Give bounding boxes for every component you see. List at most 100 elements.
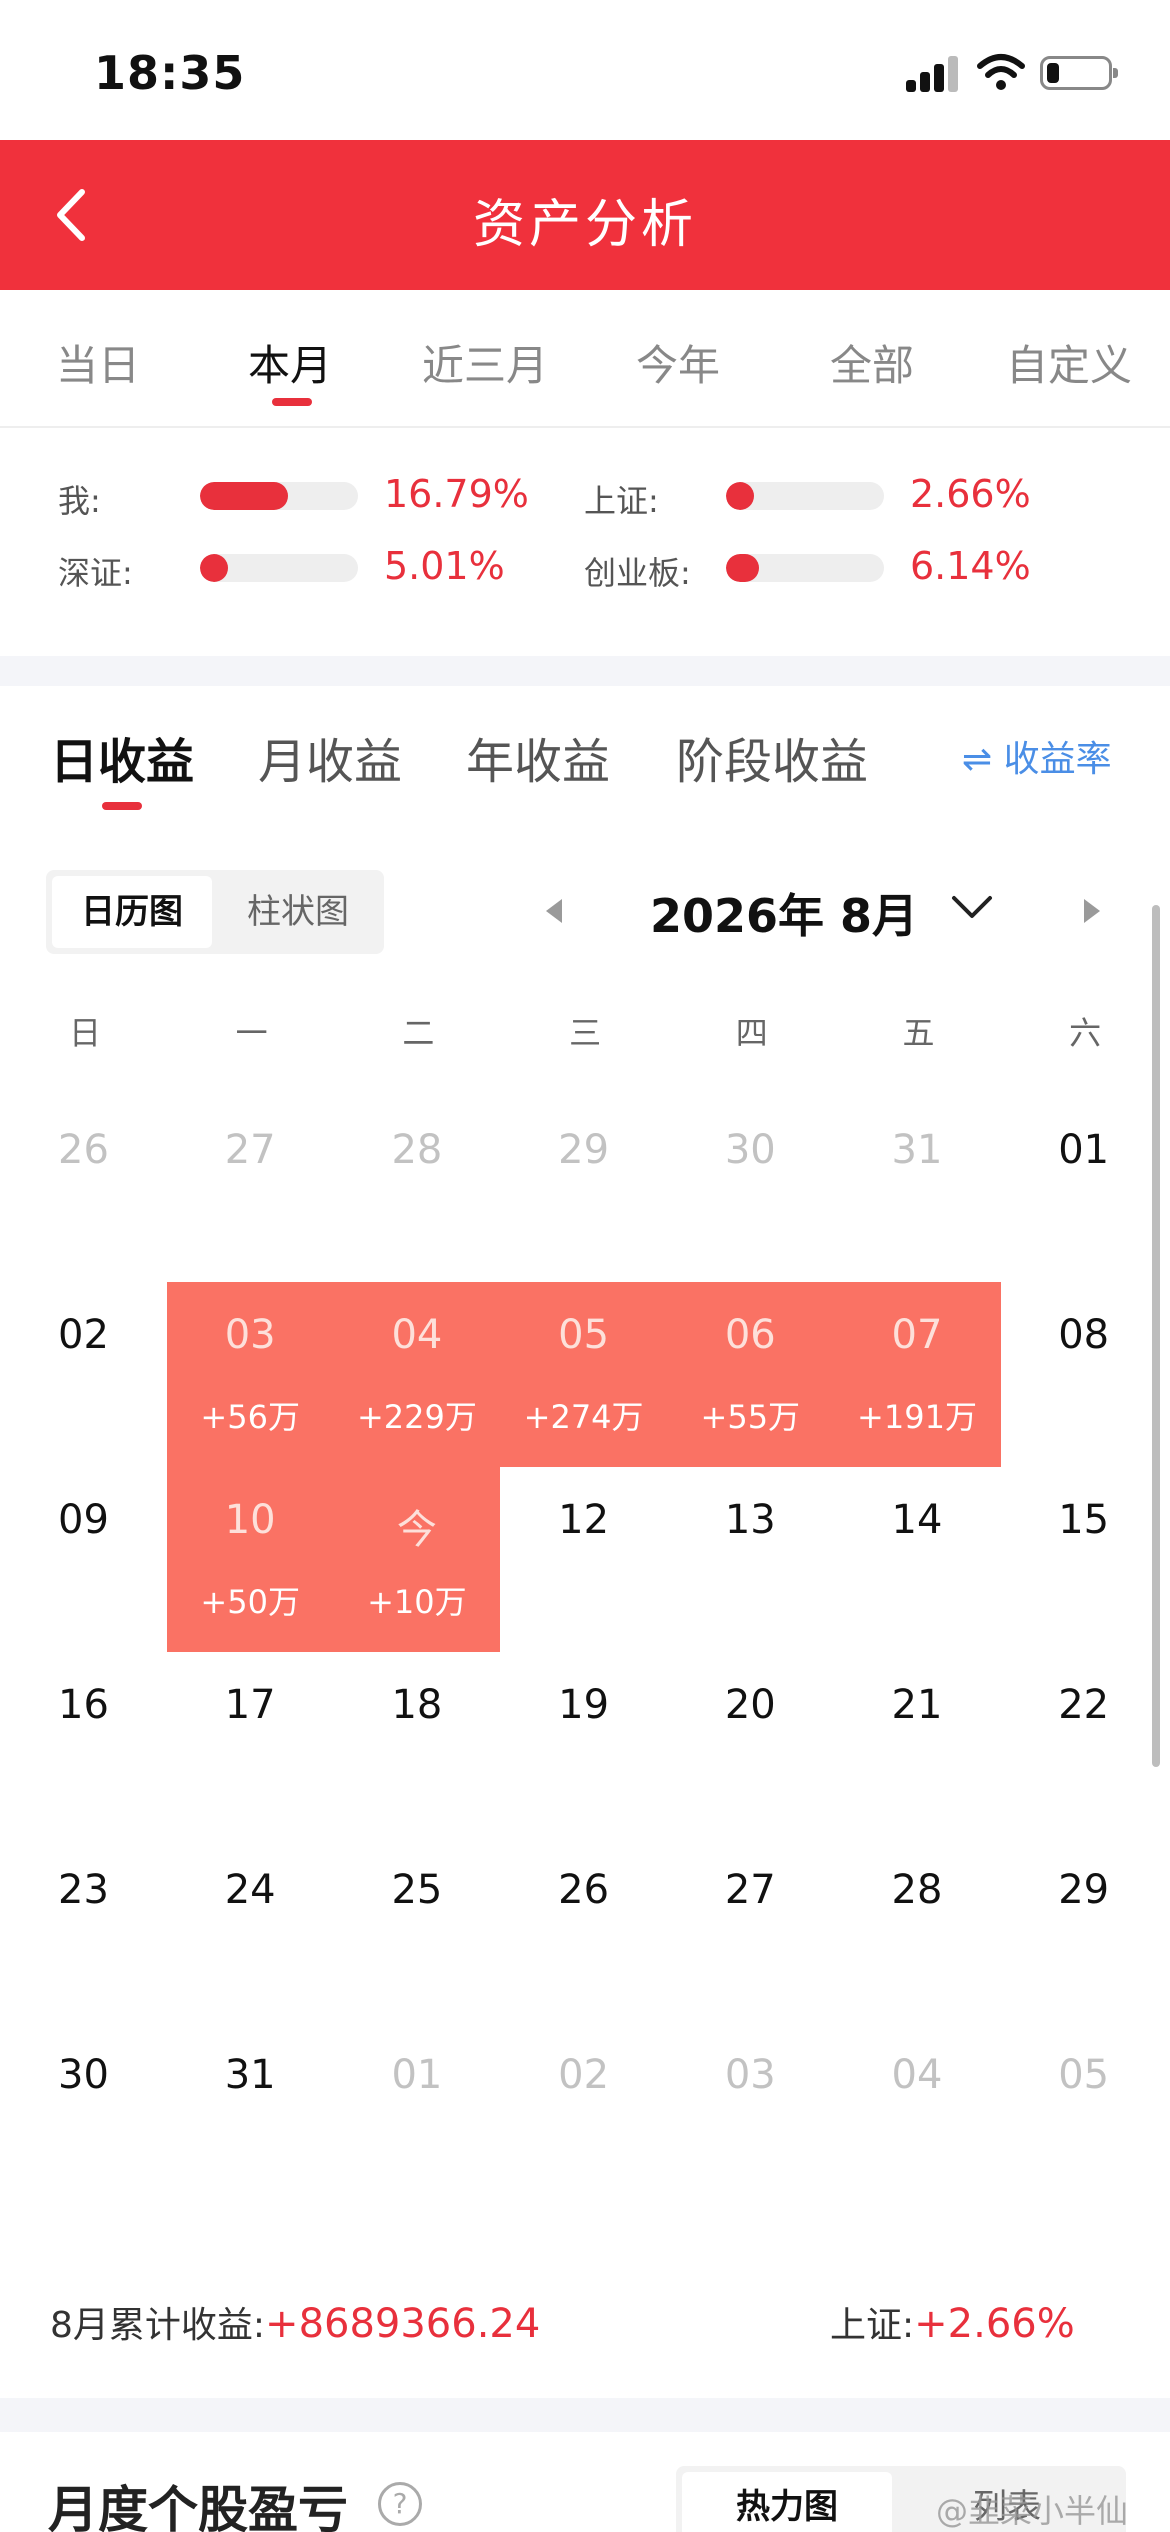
calendar-day[interactable]: 23 <box>0 1837 167 2022</box>
calendar-day-profit: +191万 <box>857 1398 977 1436</box>
scrollbar[interactable] <box>1152 905 1160 1767</box>
compare-bar-fill <box>200 554 228 582</box>
weekday-label: 五 <box>902 1014 935 1052</box>
calendar-day-number: 06 <box>724 1312 776 1358</box>
calendar-day-profit: +10万 <box>367 1583 467 1621</box>
compare-label-me: 我: <box>58 482 101 520</box>
watermark: @韭菜小半仙 <box>936 2492 1129 2530</box>
tab-this-year[interactable]: 今年 <box>636 332 720 393</box>
calendar-day-number: 05 <box>558 1312 610 1358</box>
calendar-day[interactable]: 08 <box>1000 1282 1167 1467</box>
prev-month-icon[interactable] <box>542 896 566 926</box>
tab-three-months[interactable]: 近三月 <box>422 332 548 393</box>
calendar-day[interactable]: 09 <box>0 1467 167 1652</box>
status-bar: 18:35 <box>0 0 1170 140</box>
calendar-day[interactable]: 28 <box>834 1837 1001 2022</box>
heatmap-button[interactable]: 热力图 <box>682 2472 892 2532</box>
view-switch: 日历图 柱状图 <box>46 870 384 954</box>
stock-pnl-title: 月度个股盈亏 <box>48 2481 348 2532</box>
calendar-day-profit: +56万 <box>200 1398 300 1436</box>
calendar-day-number: 15 <box>1058 1497 1110 1543</box>
month-total-profit: 8月累计收益:+8689366.24 <box>50 2296 540 2348</box>
calendar-day[interactable]: 28 <box>333 1097 500 1282</box>
tab-this-month[interactable]: 本月 <box>248 332 332 393</box>
calendar-day[interactable]: 16 <box>0 1652 167 1837</box>
tab-monthly-profit[interactable]: 月收益 <box>258 722 402 792</box>
weekday-label: 三 <box>569 1014 602 1052</box>
calendar-day[interactable]: 27 <box>167 1097 334 1282</box>
calendar-day[interactable]: 30 <box>667 1097 834 1282</box>
calendar-day[interactable]: 20 <box>667 1652 834 1837</box>
calendar-day-number: 02 <box>558 2052 610 2098</box>
calendar-day-number: 24 <box>224 1867 276 1913</box>
calendar-day-number: 09 <box>58 1497 109 1543</box>
compare-bar-fill <box>726 554 759 582</box>
calendar-day[interactable]: 03 <box>667 2022 834 2207</box>
calendar-day[interactable]: 今 +10万 <box>333 1467 501 1652</box>
tab-all[interactable]: 全部 <box>830 332 914 393</box>
calendar-day[interactable]: 13 <box>667 1467 834 1652</box>
tab-active-indicator <box>272 398 312 406</box>
calendar-day[interactable]: 25 <box>333 1837 500 2022</box>
return-rate-toggle[interactable]: ⇌ 收益率 <box>962 730 1112 782</box>
calendar-day-number: 17 <box>224 1682 276 1728</box>
calendar-day[interactable]: 10 +50万 <box>166 1467 334 1652</box>
calendar-day-number: 27 <box>224 1127 276 1173</box>
calendar-day[interactable]: 05 +274万 <box>500 1282 668 1467</box>
calendar-day[interactable]: 17 <box>167 1652 334 1837</box>
calendar-day[interactable]: 15 <box>1000 1467 1167 1652</box>
profit-tab-indicator <box>102 802 142 810</box>
compare-bar-shanghai <box>726 482 884 510</box>
chevron-down-icon[interactable] <box>950 892 994 922</box>
calendar-day[interactable]: 19 <box>500 1652 667 1837</box>
calendar-day[interactable]: 26 <box>0 1097 167 1282</box>
calendar-day[interactable]: 18 <box>333 1652 500 1837</box>
calendar-day[interactable]: 12 <box>500 1467 667 1652</box>
calendar-day-number: 30 <box>58 2052 109 2098</box>
calendar-day[interactable]: 01 <box>333 2022 500 2207</box>
period-tabs: 当日 本月 近三月 今年 全部 自定义 <box>0 290 1170 428</box>
calendar-day-profit: +55万 <box>700 1398 801 1436</box>
calendar-day-number: 04 <box>891 2052 943 2098</box>
tab-custom[interactable]: 自定义 <box>1006 332 1132 393</box>
calendar-day[interactable]: 14 <box>834 1467 1001 1652</box>
tab-daily-profit[interactable]: 日收益 <box>50 722 194 792</box>
calendar-day[interactable]: 02 <box>0 1282 167 1467</box>
calendar-day[interactable]: 30 <box>0 2022 167 2207</box>
calendar-day[interactable]: 31 <box>167 2022 334 2207</box>
tab-stage-profit[interactable]: 阶段收益 <box>676 722 868 792</box>
calendar-day[interactable]: 04 +229万 <box>333 1282 501 1467</box>
calendar-day-number: 01 <box>1058 1127 1110 1173</box>
calendar-day[interactable]: 26 <box>500 1837 667 2022</box>
tab-yearly-profit[interactable]: 年收益 <box>466 722 610 792</box>
calendar-day[interactable]: 01 <box>1000 1097 1167 1282</box>
calendar-day[interactable]: 02 <box>500 2022 667 2207</box>
bar-view-button[interactable]: 柱状图 <box>218 876 378 948</box>
status-time: 18:35 <box>94 46 246 100</box>
calendar-day-number: 19 <box>558 1682 610 1728</box>
battery-icon <box>1040 56 1118 90</box>
tab-today[interactable]: 当日 <box>56 332 140 393</box>
help-icon[interactable]: ? <box>378 2482 422 2526</box>
calendar-day[interactable]: 24 <box>167 1837 334 2022</box>
calendar-day[interactable]: 06 +55万 <box>666 1282 834 1467</box>
calendar-day-number: 30 <box>724 1127 776 1173</box>
calendar-day[interactable]: 07 +191万 <box>833 1282 1001 1467</box>
calendar-day-number: 26 <box>58 1127 109 1173</box>
calendar-day[interactable]: 27 <box>667 1837 834 2022</box>
calendar-day[interactable]: 03 +56万 <box>166 1282 334 1467</box>
calendar-day[interactable]: 22 <box>1000 1652 1167 1837</box>
calendar-day[interactable]: 29 <box>1000 1837 1167 2022</box>
app-header: 资产分析 <box>0 140 1170 290</box>
calendar-day-number: 23 <box>58 1867 109 1913</box>
next-month-icon[interactable] <box>1080 896 1104 926</box>
calendar-day[interactable]: 31 <box>834 1097 1001 1282</box>
calendar-day[interactable]: 29 <box>500 1097 667 1282</box>
calendar-day[interactable]: 21 <box>834 1652 1001 1837</box>
calendar-day[interactable]: 05 <box>1000 2022 1167 2207</box>
calendar-day-number: 16 <box>58 1682 109 1728</box>
calendar-day-number: 12 <box>558 1497 610 1543</box>
calendar-day[interactable]: 04 <box>834 2022 1001 2207</box>
calendar-day-number: 02 <box>58 1312 109 1358</box>
calendar-view-button[interactable]: 日历图 <box>52 876 212 948</box>
